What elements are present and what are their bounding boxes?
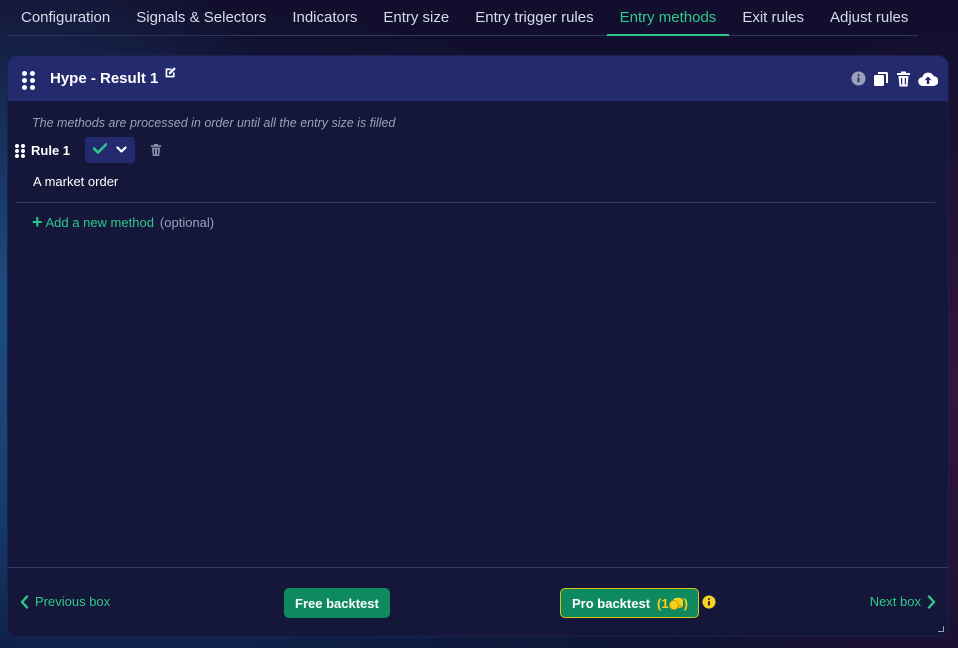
divider [15, 202, 935, 203]
entry-methods-card: Hype - Result 1 The methods are processe… [8, 56, 948, 636]
pro-backtest-label: Pro backtest [572, 595, 651, 611]
credit-cost: (1 ) [657, 596, 688, 611]
tab-entry-methods[interactable]: Entry methods [606, 0, 730, 36]
rule-label: Rule 1 [31, 142, 71, 158]
cloud-upload-icon[interactable] [918, 71, 938, 87]
card-title: Hype - Result 1 [50, 70, 159, 87]
card-drag-handle-icon[interactable] [22, 70, 36, 90]
chevron-right-icon [927, 594, 936, 609]
tab-exit-rules[interactable]: Exit rules [729, 0, 817, 35]
add-method-row: + Add a new method (optional) [32, 213, 948, 231]
tab-indicators[interactable]: Indicators [279, 0, 370, 35]
edit-title-icon[interactable] [164, 66, 177, 84]
pro-backtest-button[interactable]: Pro backtest (1 ) [560, 588, 699, 618]
tab-configuration[interactable]: Configuration [8, 0, 123, 35]
processing-hint: The methods are processed in order until… [32, 116, 396, 130]
rule-toggle-button[interactable] [85, 137, 136, 163]
credit-prefix: (1 [657, 595, 669, 611]
card-footer: Previous box Free backtest Pro backtest … [8, 567, 948, 636]
add-method-link[interactable]: Add a new method [46, 215, 154, 230]
check-icon [92, 141, 108, 159]
next-box-button[interactable]: Next box [870, 594, 936, 609]
tab-entry-trigger-rules[interactable]: Entry trigger rules [462, 0, 606, 35]
rule-description: A market order [33, 174, 119, 189]
credit-suffix: ) [683, 595, 688, 611]
tab-adjust-rules[interactable]: Adjust rules [817, 0, 921, 35]
previous-box-button[interactable]: Previous box [20, 594, 110, 609]
free-backtest-button[interactable]: Free backtest [284, 588, 390, 618]
tab-signals-selectors[interactable]: Signals & Selectors [123, 0, 279, 35]
next-box-label: Next box [869, 594, 921, 609]
rule-row: Rule 1 [15, 137, 948, 163]
free-backtest-label: Free backtest [295, 595, 379, 611]
top-tabs: Configuration Signals & Selectors Indica… [8, 0, 918, 36]
rule-drag-handle-icon[interactable] [15, 143, 25, 158]
chevron-down-icon [116, 141, 127, 159]
coins-icon [668, 597, 684, 610]
trash-icon[interactable] [896, 71, 911, 87]
plus-icon[interactable]: + [32, 213, 43, 231]
card-body: The methods are processed in order until… [8, 101, 948, 567]
resize-handle[interactable] [938, 626, 944, 632]
card-header: Hype - Result 1 [8, 56, 948, 101]
chevron-left-icon [20, 594, 29, 609]
card-header-actions [851, 71, 938, 87]
optional-label: (optional) [159, 214, 215, 230]
info-icon[interactable] [851, 71, 866, 86]
tab-entry-size[interactable]: Entry size [370, 0, 462, 35]
pro-info-icon[interactable] [702, 595, 716, 609]
delete-rule-icon[interactable] [150, 143, 162, 157]
duplicate-icon[interactable] [873, 71, 889, 87]
previous-box-label: Previous box [35, 594, 111, 609]
